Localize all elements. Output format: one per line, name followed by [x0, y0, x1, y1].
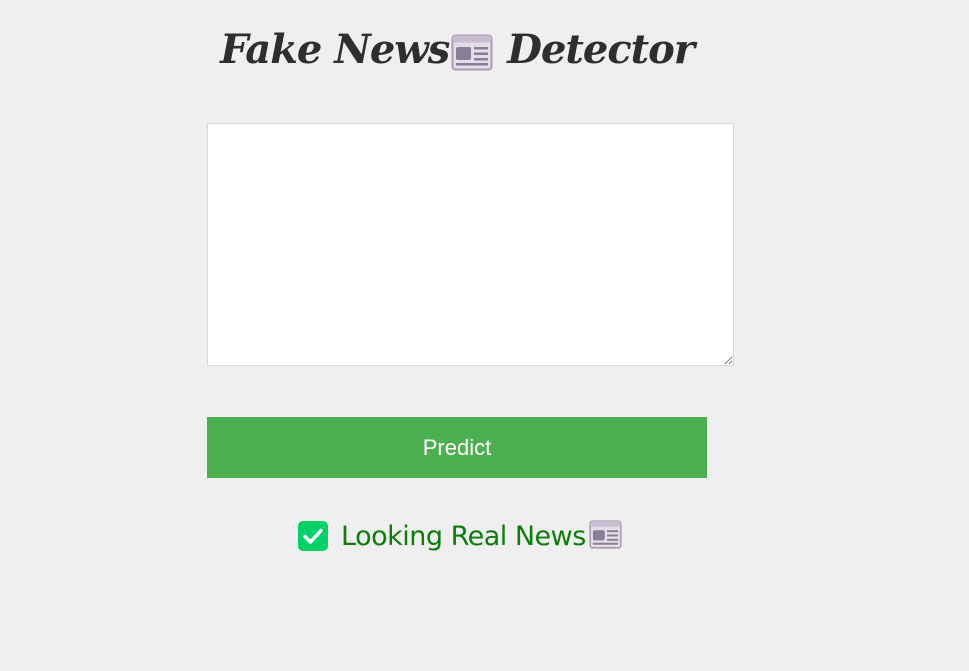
predict-button[interactable]: Predict [207, 417, 707, 478]
prediction-result: Looking Real News [298, 516, 622, 556]
newspaper-icon [589, 519, 622, 553]
title-text-part2: Detector [507, 26, 695, 73]
title-text-part1: Fake News [220, 26, 450, 73]
newspaper-icon [451, 30, 493, 86]
news-text-input[interactable] [207, 123, 734, 366]
page-title: Fake News Detector [0, 22, 914, 86]
result-text: Looking Real News [341, 520, 586, 552]
check-mark-icon [298, 521, 328, 551]
news-input-container [207, 123, 734, 366]
